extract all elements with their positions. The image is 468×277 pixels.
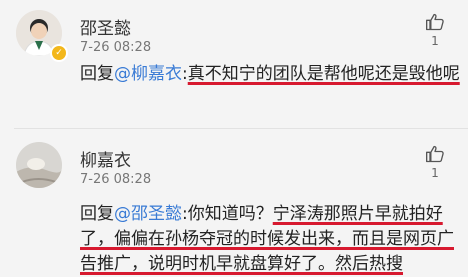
username[interactable]: 柳嘉衣 xyxy=(80,146,131,171)
reply-prefix: 回复 xyxy=(80,204,114,224)
verified-badge-icon: ✓ xyxy=(50,44,68,62)
comment-text: 回复@柳嘉衣:真不知宁的团队是帮他呢还是毁他呢 xyxy=(80,62,460,87)
comment-text: 回复@邵圣懿:你知道吗？宁泽涛那照片早就拍好了，偏偏在孙杨夺冠的时候发出来，而且… xyxy=(80,202,460,277)
reply-prefix: 回复 xyxy=(80,64,114,84)
like-count: 1 xyxy=(431,34,439,48)
like-count: 1 xyxy=(431,166,439,180)
user-portrait-icon xyxy=(16,142,62,188)
thumbs-up-icon xyxy=(426,13,444,31)
avatar[interactable] xyxy=(16,142,62,188)
thumbs-up-icon xyxy=(426,145,444,163)
comment-item: 柳嘉衣 7-26 08:28 1 回复@邵圣懿:你知道吗？宁泽涛那照片早就拍好了… xyxy=(0,128,468,274)
like-button[interactable]: 1 xyxy=(420,12,450,58)
comment-item: ✓ 邵圣懿 7-26 08:28 1 回复@柳嘉衣:真不知宁的团队是帮他呢还是毁… xyxy=(0,0,468,128)
mention-link[interactable]: @柳嘉衣 xyxy=(114,64,182,84)
timestamp: 7-26 08:28 xyxy=(80,40,152,55)
comment-text-plain: :你知道吗？ xyxy=(182,204,273,224)
username[interactable]: 邵圣懿 xyxy=(80,14,131,39)
like-button[interactable]: 1 xyxy=(420,144,450,190)
comment-text-highlight: 真不知宁的团队是帮他呢还是毁他呢 xyxy=(187,64,460,84)
mention-link[interactable]: @邵圣懿 xyxy=(114,204,182,224)
timestamp: 7-26 08:28 xyxy=(80,172,152,187)
